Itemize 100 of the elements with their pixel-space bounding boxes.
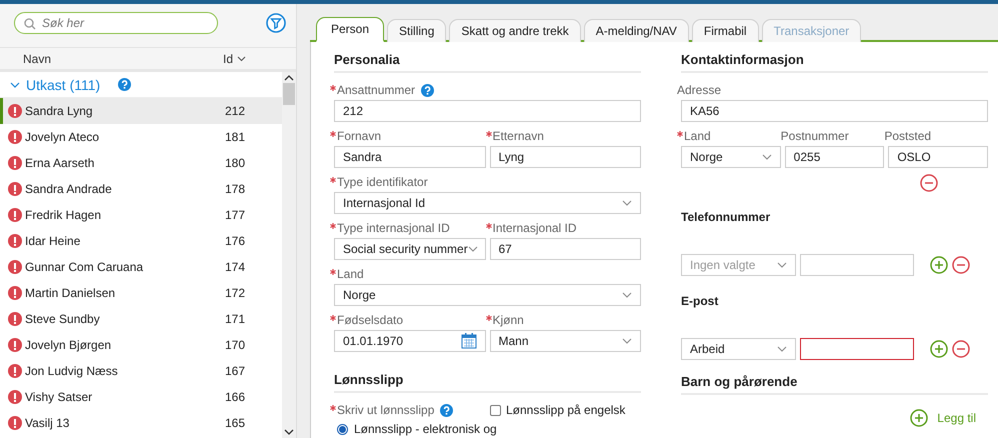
scroll-thumb[interactable] [283, 83, 295, 105]
text-field[interactable]: 67 [490, 238, 641, 260]
list-row[interactable]: Fredrik Hagen 177 [0, 202, 282, 228]
radio-option[interactable]: Lønnsslipp - elektronisk og [337, 422, 641, 436]
remove-button[interactable] [920, 174, 938, 192]
employee-id: 212 [225, 104, 246, 118]
text-field[interactable]: 0255 [784, 146, 884, 168]
text-field[interactable]: Lyng [490, 146, 641, 168]
section-title: Kontaktinformasjon [681, 52, 988, 73]
field-label: Postnummer [780, 129, 849, 143]
add-button[interactable] [930, 256, 948, 274]
list-row[interactable]: Steve Sundby 171 [0, 306, 282, 332]
employee-name: Martin Danielsen [25, 286, 116, 300]
field-label: Poststed [884, 129, 932, 143]
dropdown[interactable]: Social security nummer [334, 238, 486, 260]
field-label: Internasjonal ID [492, 221, 577, 235]
text-field[interactable]: 212 [334, 100, 641, 122]
employee-id: 166 [225, 390, 246, 404]
employee-id: 174 [225, 260, 246, 274]
list-row[interactable]: Sandra Lyng 212 [0, 98, 282, 124]
text-field[interactable] [800, 338, 914, 360]
remove-button[interactable] [952, 340, 970, 358]
chevron-down-icon [468, 246, 478, 252]
field-label: Fornavn [337, 129, 382, 143]
tab[interactable]: Skatt og andre trekk [449, 19, 581, 42]
field-label: Land [684, 129, 711, 143]
employee-id: 165 [225, 416, 246, 430]
dropdown[interactable]: Norge [681, 146, 781, 168]
employee-id: 170 [225, 338, 246, 352]
chevron-down-icon [777, 346, 787, 352]
filter-icon[interactable] [266, 13, 286, 33]
employee-id: 177 [225, 208, 246, 222]
list-row[interactable]: Martin Danielsen 172 [0, 280, 282, 306]
employee-name: Gunnar Com Caruana [25, 260, 144, 274]
employee-name: Sandra Andrade [25, 182, 113, 196]
scroll-down-icon [284, 429, 294, 435]
scrollbar[interactable] [282, 72, 296, 438]
field-label: Skriv ut lønnsslipp [337, 403, 434, 417]
section-title: Personalia [334, 52, 641, 73]
employee-name: Sandra Lyng [25, 104, 94, 118]
field-label: Adresse [677, 83, 722, 97]
text-field[interactable]: KA56 [681, 100, 988, 122]
dropdown[interactable]: Norge [334, 284, 641, 306]
section-title: Telefonnummer [681, 210, 772, 224]
employee-name: Jovelyn Bjørgen [25, 338, 112, 352]
column-header[interactable]: Id [223, 52, 246, 66]
field-label: Type internasjonal ID [337, 221, 450, 235]
list-row[interactable]: Idar Heine 176 [0, 228, 282, 254]
section-title: Barn og pårørende [681, 374, 988, 395]
field-label: Land [337, 267, 364, 281]
field-label: Fødselsdato [337, 313, 404, 327]
section-title: E-post [681, 294, 720, 308]
calendar-icon[interactable] [460, 333, 476, 349]
tab[interactable]: A-melding/NAV [584, 19, 689, 42]
employee-name: Vasilj 13 [25, 416, 70, 430]
tab[interactable]: Stilling [387, 19, 446, 42]
chevron-down-icon [622, 200, 632, 206]
list-row[interactable]: Erna Aarseth 180 [0, 150, 282, 176]
date-field[interactable]: 01.01.1970 [334, 330, 486, 352]
dropdown[interactable]: Arbeid [681, 338, 796, 360]
search-field[interactable]: Søk her [14, 12, 218, 34]
text-field[interactable]: OSLO [888, 146, 988, 168]
remove-button[interactable] [952, 256, 970, 274]
column-header[interactable]: Navn [23, 52, 223, 66]
section-title: Lønnsslipp [334, 372, 641, 393]
dropdown[interactable]: Mann [490, 330, 641, 352]
chevron-down-icon [762, 154, 772, 160]
tab[interactable]: Firmabil [692, 19, 759, 42]
list-row[interactable]: Gunnar Com Caruana 174 [0, 254, 282, 280]
list-row[interactable]: Jon Ludvig Næss 167 [0, 358, 282, 384]
add-button[interactable] [910, 409, 928, 427]
tab[interactable]: Person [316, 17, 384, 42]
employee-name: Fredrik Hagen [25, 208, 102, 222]
employee-id: 167 [225, 364, 246, 378]
chevron-down-icon [622, 292, 632, 298]
checkbox[interactable]: Lønnsslipp på engelsk [490, 403, 626, 417]
employee-name: Vishy Satser [25, 390, 94, 404]
field-label: Etternavn [492, 129, 544, 143]
employee-id: 171 [225, 312, 246, 326]
help-icon [118, 78, 132, 91]
group-label[interactable]: Utkast (111) [26, 76, 100, 92]
field-label: Kjønn [492, 313, 524, 327]
list-row[interactable]: Vishy Satser 166 [0, 384, 282, 410]
chevron-down-icon [777, 262, 787, 268]
employee-name: Idar Heine [25, 234, 82, 248]
employee-name: Jon Ludvig Næss [25, 364, 119, 378]
list-row[interactable]: Jovelyn Ateco 181 [0, 124, 282, 150]
employee-name: Jovelyn Ateco [25, 130, 100, 144]
field-label: Type identifikator [337, 175, 428, 189]
list-row[interactable]: Sandra Andrade 178 [0, 176, 282, 202]
scroll-up-icon [284, 75, 294, 81]
add-button[interactable] [930, 340, 948, 358]
employee-name: Steve Sundby [25, 312, 101, 326]
employee-id: 176 [225, 234, 246, 248]
list-row[interactable]: Vasilj 13 165 [0, 410, 282, 436]
dropdown[interactable]: Internasjonal Id [334, 192, 641, 214]
employee-id: 180 [225, 156, 246, 170]
list-row[interactable]: Jovelyn Bjørgen 170 [0, 332, 282, 358]
search-icon [24, 18, 36, 30]
text-field[interactable]: Sandra [334, 146, 486, 168]
